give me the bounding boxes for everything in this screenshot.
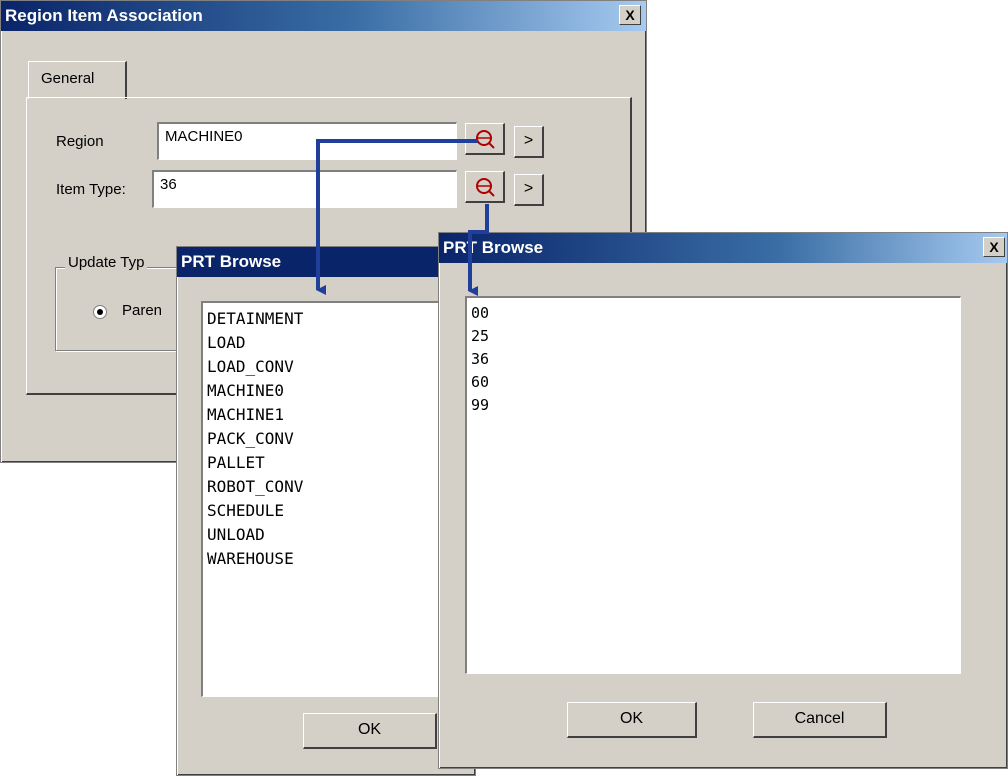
item-type-list[interactable]: 00 25 36 60 99 (465, 296, 961, 674)
list-item[interactable]: 60 (471, 371, 956, 394)
item-type-input[interactable]: 36 (152, 170, 457, 208)
list-item[interactable]: 00 (471, 302, 956, 325)
tab-general-label: General (41, 70, 95, 87)
list-item[interactable]: 99 (471, 394, 956, 417)
cancel-button[interactable]: Cancel (753, 702, 887, 738)
list-item[interactable]: MACHINE0 (207, 379, 458, 403)
close-icon: X (625, 7, 635, 23)
list-item[interactable]: 36 (471, 348, 956, 371)
prt-browse-dialog-item-type: PRT Browse X 00 25 36 60 99 OK Cancel (438, 232, 1008, 769)
item-type-list-items: 00 25 36 60 99 (471, 302, 956, 417)
list-item[interactable]: LOAD_CONV (207, 355, 458, 379)
list-item[interactable]: UNLOAD (207, 523, 458, 547)
list-item[interactable]: SCHEDULE (207, 499, 458, 523)
chevron-right-icon: > (523, 180, 534, 197)
ok-label: OK (357, 721, 382, 738)
region-input[interactable]: MACHINE0 (157, 122, 457, 160)
list-item[interactable]: MACHINE1 (207, 403, 458, 427)
list-item[interactable]: PACK_CONV (207, 427, 458, 451)
ok-label: OK (619, 710, 644, 727)
update-type-label: Update Typ (65, 254, 148, 271)
ok-button[interactable]: OK (567, 702, 697, 738)
radio-parent[interactable] (93, 305, 107, 319)
tab-general[interactable]: General (28, 61, 127, 99)
prt-browse-dialog-region: PRT Browse DETAINMENT LOAD LOAD_CONV MACHIN… (176, 246, 476, 776)
close-button[interactable]: X (983, 237, 1005, 257)
region-browse-button[interactable] (465, 123, 505, 155)
ok-button[interactable]: OK (303, 713, 437, 749)
close-icon: X (989, 239, 999, 255)
browse-title: PRT Browse (439, 233, 1007, 263)
item-type-label: Item Type: (56, 181, 126, 198)
region-next-button[interactable]: > (514, 126, 544, 158)
list-item[interactable]: DETAINMENT (207, 307, 458, 331)
list-item[interactable]: 25 (471, 325, 956, 348)
item-type-next-button[interactable]: > (514, 174, 544, 206)
region-list[interactable]: DETAINMENT LOAD LOAD_CONV MACHINE0 MACHINE1 P… (201, 301, 463, 697)
region-list-items: DETAINMENT LOAD LOAD_CONV MACHINE0 MACHINE1 P… (207, 307, 458, 571)
list-item[interactable]: ROBOT_CONV (207, 475, 458, 499)
chevron-right-icon: > (523, 132, 534, 149)
dialog-title: Region Item Association (1, 1, 646, 31)
item-type-browse-button[interactable] (465, 171, 505, 203)
browse-title: PRT Browse (177, 247, 475, 277)
list-item[interactable]: LOAD (207, 331, 458, 355)
radio-parent-label: Paren (122, 302, 163, 319)
list-item[interactable]: PALLET (207, 451, 458, 475)
close-button[interactable]: X (619, 5, 641, 25)
search-icon (475, 178, 495, 197)
cancel-label: Cancel (794, 710, 845, 727)
list-item[interactable]: WAREHOUSE (207, 547, 458, 571)
region-label: Region (56, 133, 104, 150)
search-icon (475, 130, 495, 149)
